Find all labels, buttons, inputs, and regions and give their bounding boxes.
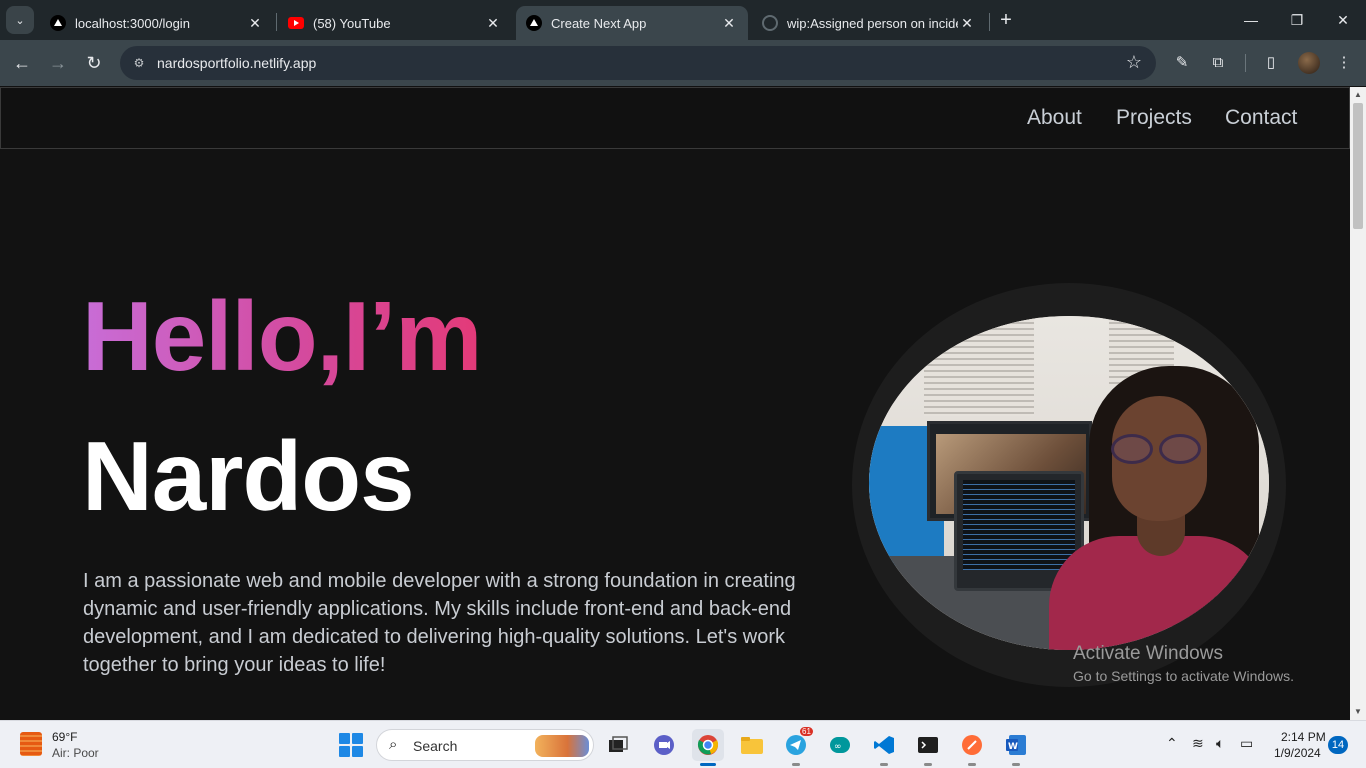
tab-create-next-app[interactable]: Create Next App ✕ [516,6,748,40]
window-close-icon[interactable]: ✕ [1320,0,1366,40]
tab-github-wip[interactable]: wip:Assigned person on inciden ✕ [752,6,986,40]
nav-link-about[interactable]: About [1027,106,1082,130]
search-label: Search [413,738,458,754]
svg-text:∞: ∞ [834,742,842,752]
restore-icon[interactable]: ❐ [1274,0,1320,40]
nav-link-contact[interactable]: Contact [1225,106,1297,130]
address-bar[interactable]: ⚙ nardosportfolio.netlify.app ☆ [120,46,1156,80]
github-icon [762,15,778,31]
chevron-down-icon: ⌄ [15,14,25,27]
site-settings-icon[interactable]: ⚙ [130,54,148,72]
close-icon[interactable]: ✕ [720,15,738,32]
hero-name: Nardos [82,421,415,531]
tab-search-button[interactable]: ⌄ [6,6,34,34]
scrollbar-thumb[interactable] [1353,103,1363,229]
svg-text:W: W [1008,742,1018,752]
postman-icon[interactable] [956,729,988,766]
reload-icon[interactable]: ↻ [80,49,108,77]
clock-date[interactable]: 1/9/2024 [1274,746,1321,760]
tab-divider [276,13,277,31]
bookmark-star-icon[interactable]: ☆ [1126,52,1142,73]
site-navbar: About Projects Contact [0,87,1350,149]
eyedropper-extension-icon[interactable]: ✎ [1170,51,1194,75]
activate-windows-watermark: Activate Windows Go to Settings to activ… [1073,643,1294,687]
scroll-down-arrow-icon[interactable]: ▼ [1350,704,1366,720]
new-tab-plus-icon[interactable]: + [994,8,1018,32]
file-explorer-icon[interactable] [736,729,768,761]
word-icon[interactable]: W [1000,729,1032,766]
windows-start-icon[interactable] [339,733,363,757]
close-icon[interactable]: ✕ [246,15,264,32]
weather-temperature[interactable]: 69°F [52,730,77,744]
volume-icon[interactable]: 🔈︎ [1216,735,1224,752]
nav-link-projects[interactable]: Projects [1116,106,1192,130]
tab-title: (58) YouTube [313,15,391,31]
back-arrow-icon[interactable]: ← [8,49,36,77]
search-icon: ⌕ [389,736,398,753]
tab-localhost-login[interactable]: localhost:3000/login ✕ [40,6,274,40]
profile-avatar[interactable] [1298,52,1320,74]
arduino-icon[interactable]: ∞ [824,729,856,761]
watermark-subtitle: Go to Settings to activate Windows. [1073,668,1294,684]
windows-taskbar: 69°F Air: Poor ⌕ Search 61 ∞ W ⌃ ≋ 🔈︎ ▭ … [0,720,1366,768]
task-view-icon[interactable] [602,729,634,761]
tab-youtube[interactable]: (58) YouTube ✕ [278,6,512,40]
youtube-icon [288,15,304,31]
telegram-badge: 61 [800,727,813,736]
page-scrollbar[interactable]: ▲ ▼ [1350,87,1366,720]
side-panel-icon[interactable]: ▯ [1259,51,1283,75]
tab-title: localhost:3000/login [75,15,190,31]
url-text[interactable]: nardosportfolio.netlify.app [157,55,316,71]
tab-title: Create Next App [551,15,647,31]
battery-icon[interactable]: ▭ [1240,735,1253,752]
minimize-icon[interactable]: — [1228,0,1274,40]
forward-arrow-icon[interactable]: → [44,49,72,77]
toolbar-divider [1245,54,1246,72]
telegram-icon[interactable]: 61 [780,727,813,766]
nextjs-triangle-icon [526,15,542,31]
notification-badge[interactable]: 14 [1328,736,1348,754]
taskbar-search-box[interactable]: ⌕ Search [376,729,594,761]
nextjs-triangle-icon [50,15,66,31]
terminal-icon[interactable] [912,729,944,766]
vscode-icon[interactable] [868,729,900,766]
clock-time[interactable]: 2:14 PM [1281,730,1326,744]
tab-divider [989,13,990,31]
browser-toolbar: ← → ↻ ⚙ nardosportfolio.netlify.app ☆ ✎ … [0,40,1366,86]
chevron-up-icon[interactable]: ⌃ [1166,735,1178,752]
profile-photo [869,316,1269,650]
browser-tab-strip: ⌄ localhost:3000/login ✕ (58) YouTube ✕ … [0,0,1366,40]
tab-title: wip:Assigned person on inciden [787,15,958,31]
portfolio-page: About Projects Contact Hello,I’m Nardos … [0,87,1350,720]
meet-camera-icon[interactable] [648,729,680,761]
extensions-puzzle-icon[interactable]: ⧉ [1206,51,1230,75]
wifi-icon[interactable]: ≋ [1192,735,1204,752]
hero-bio: I am a passionate web and mobile develop… [83,570,796,676]
weather-icon[interactable] [20,732,42,756]
search-highlight-image [535,735,589,757]
close-icon[interactable]: ✕ [958,15,976,32]
weather-air-quality[interactable]: Air: Poor [52,746,99,760]
menu-kebab-icon[interactable]: ⋮ [1332,51,1356,75]
watermark-title: Activate Windows [1073,643,1223,664]
scroll-up-arrow-icon[interactable]: ▲ [1350,87,1366,103]
chrome-icon[interactable] [692,729,724,766]
hero-greeting: Hello,I’m [82,281,482,391]
close-icon[interactable]: ✕ [484,15,502,32]
